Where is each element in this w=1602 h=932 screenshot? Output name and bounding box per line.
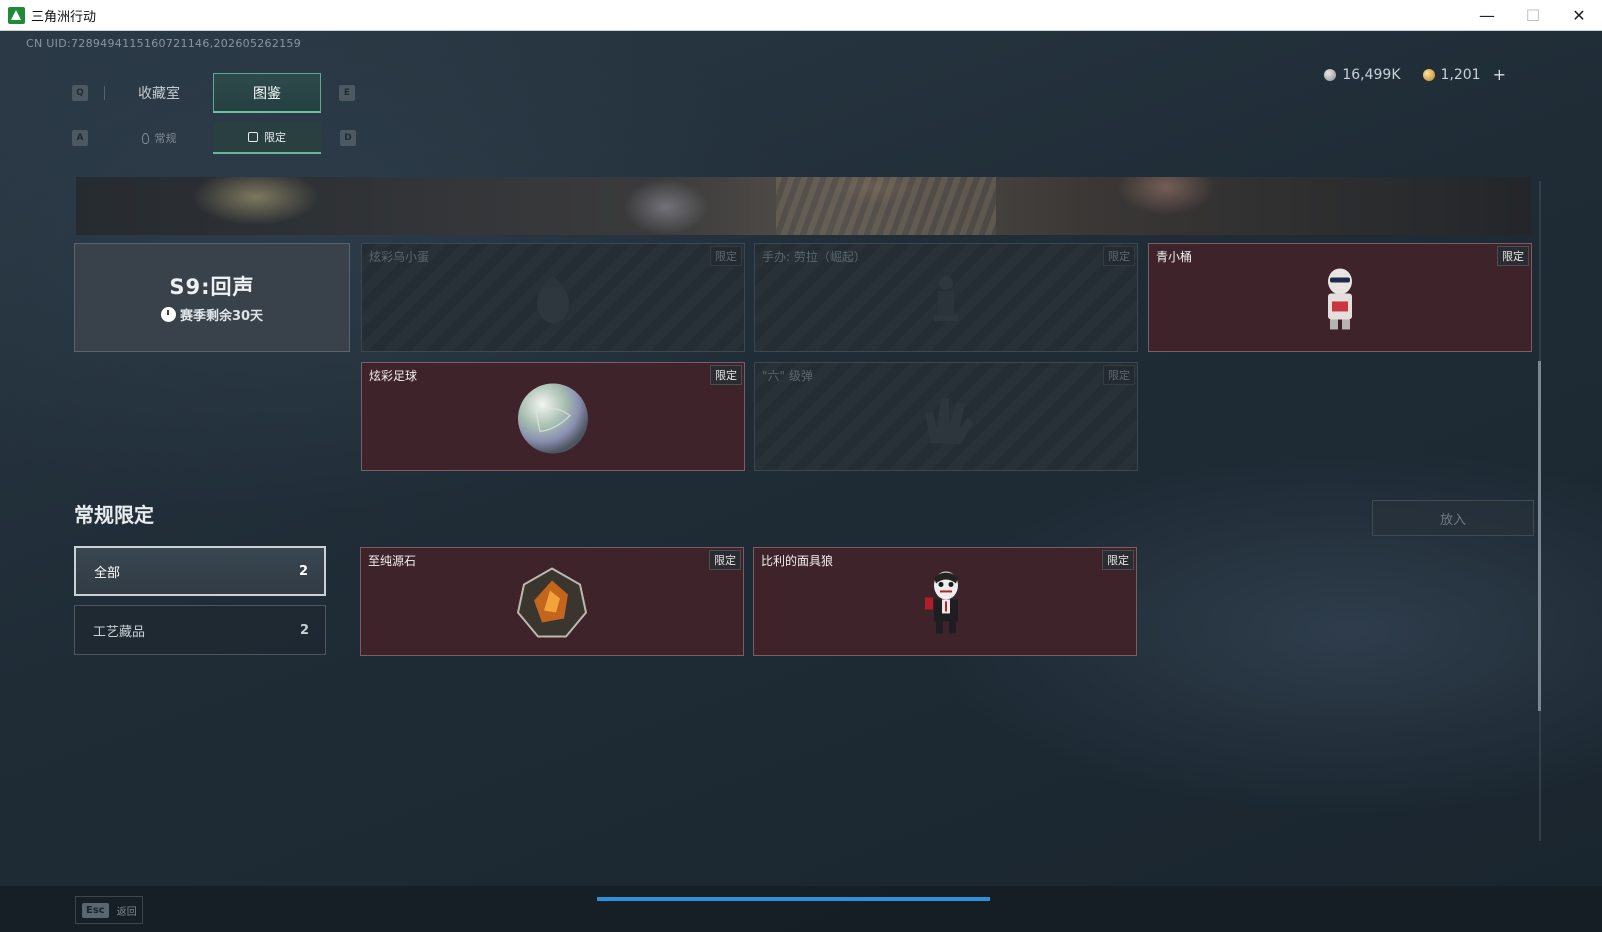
filter-count: 2 <box>298 563 308 579</box>
filter-craft-collectibles[interactable]: 工艺藏品 2 <box>74 605 326 655</box>
collection-item-card[interactable]: 青小桶 限定 <box>1148 243 1532 352</box>
put-in-button[interactable]: 放入 <box>1372 500 1534 536</box>
flask-icon <box>141 132 149 144</box>
taskbar-progress-line <box>597 897 990 901</box>
subtab-regular-label: 常规 <box>154 132 177 145</box>
limited-tag: 限定 <box>1102 550 1134 570</box>
banner-detail <box>776 177 996 235</box>
add-currency-button[interactable]: + <box>1493 65 1506 84</box>
filter-all[interactable]: 全部 2 <box>74 546 326 596</box>
season-remaining-label: 赛季剩余30天 <box>179 309 264 324</box>
window-titlebar: 三角洲行动 — ☐ ✕ <box>0 0 1602 31</box>
window-title: 三角洲行动 <box>31 9 97 25</box>
billy-puppet-figure-icon <box>925 570 958 633</box>
limited-tag: 限定 <box>709 550 741 570</box>
close-button[interactable]: ✕ <box>1556 0 1602 31</box>
game-viewport: CN UID:7289494115160721146,202605262159 … <box>0 31 1602 932</box>
limited-tag: 限定 <box>1103 246 1135 266</box>
collection-item-card[interactable]: 炫彩乌小蛋 限定 <box>361 243 745 352</box>
window-controls: — ☐ ✕ <box>1464 0 1602 31</box>
minimize-button[interactable]: — <box>1464 0 1510 31</box>
figure-statue-icon <box>934 275 958 321</box>
item-name: "六" 级弹 <box>762 369 813 383</box>
hand-gesture-icon <box>925 397 973 444</box>
uid-label: CN UID:7289494115160721146,202605262159 <box>26 37 302 50</box>
clock-icon <box>160 307 176 322</box>
filter-label: 全部 <box>94 565 121 581</box>
app-logo-icon <box>8 6 25 24</box>
season-banner-image <box>76 177 1531 235</box>
bottom-bar: Esc 返回 <box>0 886 1602 932</box>
season-remaining: 赛季剩余30天 <box>160 305 264 324</box>
origin-stone-icon <box>516 566 588 637</box>
filter-count: 2 <box>299 622 309 638</box>
silver-currency: 16,499K <box>1324 66 1401 83</box>
image-icon <box>248 132 258 142</box>
limited-tag: 限定 <box>1103 365 1135 385</box>
section-title: 常规限定 <box>74 503 154 527</box>
collection-item-card[interactable]: 至纯源石 限定 <box>360 547 744 656</box>
gold-coin-icon <box>1422 68 1435 81</box>
iridescent-football-icon <box>518 382 588 453</box>
bucket-character-figure-icon <box>1328 267 1352 329</box>
next-tab-key-hint: E <box>339 85 355 101</box>
bird-egg-figure-icon <box>537 274 569 323</box>
main-tabs: Q 收藏室 图鉴 E <box>72 73 355 113</box>
gold-currency: 1,201 + <box>1422 65 1506 84</box>
sub-tabs: A 常规 限定 D <box>72 122 356 154</box>
item-name: 青小桶 <box>1156 250 1193 264</box>
next-subtab-key-hint: D <box>340 130 356 146</box>
gold-amount: 1,201 <box>1440 66 1481 83</box>
subtab-regular[interactable]: 常规 <box>105 122 213 154</box>
limited-tag: 限定 <box>1497 246 1529 266</box>
item-name: 炫彩乌小蛋 <box>369 250 430 264</box>
currency-bar: 16,499K 1,201 + <box>1324 65 1506 84</box>
collection-item-card[interactable]: "六" 级弹 限定 <box>754 362 1138 471</box>
silver-coin-icon <box>1324 68 1337 81</box>
collection-item-card[interactable]: 比利的面具狼 限定 <box>753 547 1137 656</box>
collection-item-card[interactable]: 炫彩足球 限定 <box>361 362 745 471</box>
prev-tab-key-hint: Q <box>72 85 88 101</box>
item-name: 炫彩足球 <box>369 369 418 383</box>
subtab-limited-label: 限定 <box>264 131 286 144</box>
limited-tag: 限定 <box>710 246 742 266</box>
season-title: S9:回声 <box>169 275 255 299</box>
back-button[interactable]: Esc 返回 <box>75 896 143 924</box>
item-name: 手办: 劳拉（崛起） <box>762 250 866 264</box>
subtab-limited[interactable]: 限定 <box>213 122 321 154</box>
esc-key-hint: Esc <box>82 902 109 918</box>
limited-tag: 限定 <box>710 365 742 385</box>
item-name: 比利的面具狼 <box>761 554 834 568</box>
filter-label: 工艺藏品 <box>93 624 146 640</box>
maximize-button[interactable]: ☐ <box>1510 0 1556 31</box>
collection-item-card[interactable]: 手办: 劳拉（崛起） 限定 <box>754 243 1138 352</box>
silver-amount: 16,499K <box>1342 66 1401 83</box>
back-label: 返回 <box>116 906 137 918</box>
season-info-card: S9:回声 赛季剩余30天 <box>74 243 350 352</box>
prev-subtab-key-hint: A <box>72 130 88 146</box>
tab-collection-room[interactable]: 收藏室 <box>105 73 213 113</box>
tab-codex[interactable]: 图鉴 <box>213 73 321 113</box>
scrollbar-thumb[interactable] <box>1538 361 1541 711</box>
item-name: 至纯源石 <box>368 554 417 568</box>
